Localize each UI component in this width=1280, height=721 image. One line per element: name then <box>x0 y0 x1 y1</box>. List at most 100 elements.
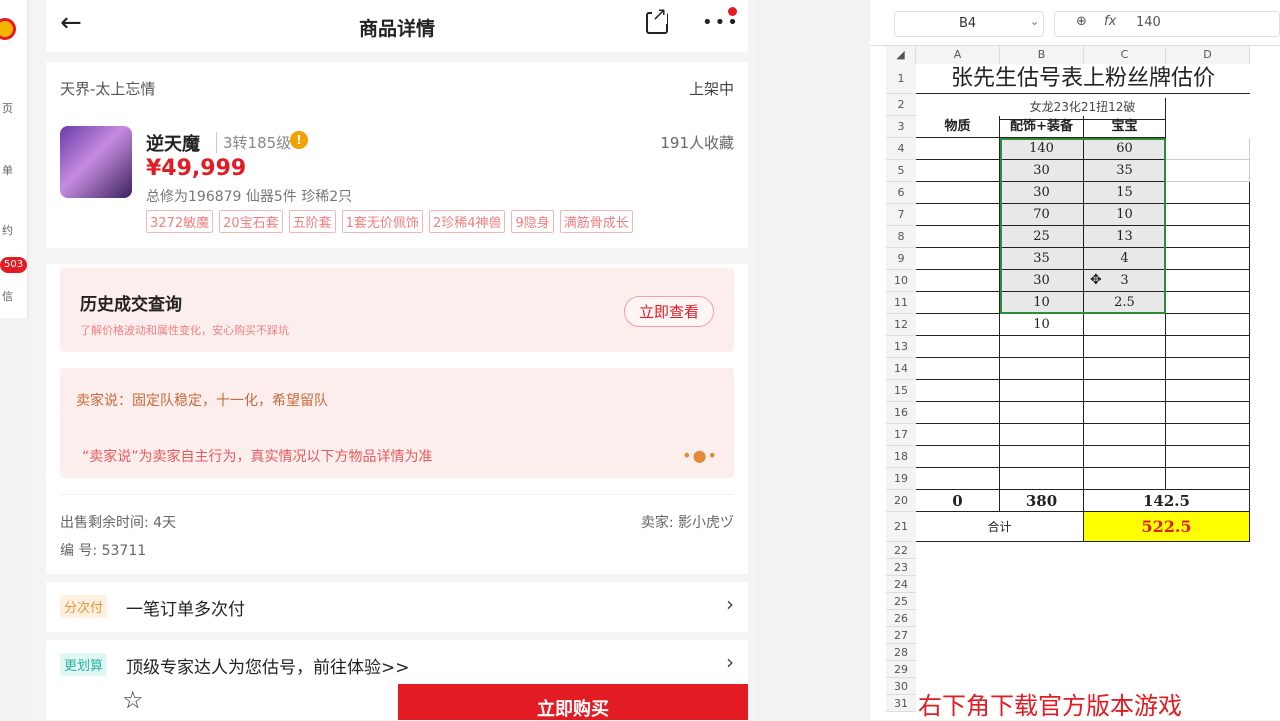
row-header[interactable]: 23 <box>886 559 916 576</box>
sheet-title[interactable]: 张先生估号表上粉丝牌估价 <box>916 64 1250 94</box>
table-cell[interactable] <box>1166 160 1250 182</box>
table-cell[interactable] <box>916 292 1000 314</box>
table-cell[interactable] <box>1166 380 1250 402</box>
row-header[interactable]: 3 <box>886 116 916 138</box>
row-header[interactable]: 24 <box>886 576 916 593</box>
row-header[interactable]: 15 <box>886 380 916 402</box>
row-header[interactable]: 1 <box>886 64 916 94</box>
table-cell[interactable] <box>1166 138 1250 160</box>
total-cell[interactable]: 0 <box>916 490 1000 512</box>
table-cell[interactable] <box>916 380 1000 402</box>
buy-now-button[interactable]: 立即购买 <box>398 684 748 720</box>
row-header[interactable]: 14 <box>886 358 916 380</box>
table-cell[interactable] <box>1166 468 1250 490</box>
favorite-star-icon[interactable]: ☆ <box>122 686 144 714</box>
cell-grid[interactable]: ◢ A B C D 1 2 3 4 5 6 7 8 9 10 11 12 13 14 15 16 17 18 19 20 21 22… <box>870 46 1280 720</box>
table-cell[interactable] <box>916 358 1000 380</box>
table-cell[interactable] <box>1166 248 1250 270</box>
appraisal-row[interactable]: 更划算 顶级专家达人为您估号，前往体验>> › <box>46 640 748 688</box>
total-cell[interactable]: 142.5 <box>1084 490 1250 512</box>
table-cell[interactable] <box>1166 292 1250 314</box>
row-header[interactable]: 21 <box>886 512 916 542</box>
table-cell[interactable] <box>1084 468 1166 490</box>
sidebar-item-orders[interactable]: 单 <box>0 162 28 178</box>
column-label[interactable]: 宝宝 <box>1084 116 1166 138</box>
table-cell[interactable] <box>916 204 1000 226</box>
table-cell[interactable] <box>1000 358 1084 380</box>
table-cell[interactable] <box>916 270 1000 292</box>
formula-bar[interactable] <box>1054 11 1280 37</box>
table-cell[interactable] <box>1166 358 1250 380</box>
table-cell[interactable] <box>916 160 1000 182</box>
row-header[interactable]: 20 <box>886 490 916 512</box>
table-cell[interactable] <box>1084 424 1166 446</box>
row-header[interactable]: 9 <box>886 248 916 270</box>
table-cell[interactable] <box>1000 424 1084 446</box>
table-cell[interactable] <box>1166 336 1250 358</box>
warning-icon[interactable]: ! <box>290 131 308 149</box>
table-cell[interactable] <box>1000 446 1084 468</box>
sidebar-item-messages[interactable]: 信 <box>0 288 28 304</box>
table-cell[interactable] <box>1084 314 1166 336</box>
row-header[interactable]: 29 <box>886 661 916 678</box>
row-header[interactable]: 4 <box>886 138 916 160</box>
table-cell[interactable] <box>916 248 1000 270</box>
table-cell[interactable] <box>1166 314 1250 336</box>
column-header-d[interactable]: D <box>1166 46 1250 64</box>
row-header[interactable]: 7 <box>886 204 916 226</box>
row-header[interactable]: 5 <box>886 160 916 182</box>
row-header[interactable]: 27 <box>886 627 916 644</box>
sum-label[interactable]: 合计 <box>916 512 1084 542</box>
row-header[interactable]: 11 <box>886 292 916 314</box>
row-header[interactable]: 17 <box>886 424 916 446</box>
installment-row[interactable]: 分次付 一笔订单多次付 › <box>46 582 748 632</box>
sum-value[interactable]: 522.5 <box>1084 512 1250 542</box>
seller-name[interactable]: 卖家: 影小虎ヅ <box>641 512 734 532</box>
table-cell[interactable] <box>1000 402 1084 424</box>
character-avatar[interactable] <box>60 126 132 198</box>
table-cell[interactable] <box>916 314 1000 336</box>
app-logo-icon[interactable] <box>0 18 16 40</box>
table-cell[interactable] <box>916 468 1000 490</box>
chevron-down-icon[interactable]: ⌄ <box>1030 15 1039 28</box>
column-header-b[interactable]: B <box>1000 46 1084 64</box>
row-header[interactable]: 25 <box>886 593 916 610</box>
table-cell[interactable] <box>916 182 1000 204</box>
row-header[interactable]: 18 <box>886 446 916 468</box>
row-header[interactable]: 13 <box>886 336 916 358</box>
column-label[interactable]: 配饰+装备 <box>1000 116 1084 138</box>
row-header[interactable]: 26 <box>886 610 916 627</box>
table-cell[interactable] <box>916 402 1000 424</box>
name-box[interactable]: B4 <box>894 11 1044 37</box>
column-label[interactable]: 物质 <box>916 116 1000 138</box>
table-cell[interactable] <box>916 138 1000 160</box>
row-header[interactable]: 28 <box>886 644 916 661</box>
row-header[interactable]: 31 <box>886 695 916 712</box>
table-cell[interactable] <box>916 446 1000 468</box>
table-cell[interactable] <box>1166 270 1250 292</box>
table-cell[interactable] <box>1084 380 1166 402</box>
table-cell[interactable] <box>916 226 1000 248</box>
sidebar-item-appointments[interactable]: 约 <box>0 222 28 238</box>
table-cell[interactable] <box>1166 402 1250 424</box>
table-cell[interactable] <box>916 336 1000 358</box>
table-cell[interactable] <box>1000 380 1084 402</box>
table-cell[interactable] <box>1000 468 1084 490</box>
row-header[interactable]: 19 <box>886 468 916 490</box>
row-header[interactable]: 16 <box>886 402 916 424</box>
table-cell[interactable] <box>1084 446 1166 468</box>
row-header[interactable]: 22 <box>886 542 916 559</box>
table-cell[interactable] <box>1084 402 1166 424</box>
column-header-c[interactable]: C <box>1084 46 1166 64</box>
row-header[interactable]: 30 <box>886 678 916 695</box>
row-header[interactable]: 10 <box>886 270 916 292</box>
row-header[interactable]: 6 <box>886 182 916 204</box>
row-header[interactable]: 8 <box>886 226 916 248</box>
zoom-icon[interactable]: ⊕ <box>1076 14 1087 29</box>
table-cell[interactable] <box>1084 358 1166 380</box>
table-cell[interactable]: 10 <box>1000 314 1084 336</box>
table-cell[interactable] <box>1166 446 1250 468</box>
total-cell[interactable]: 380 <box>1000 490 1084 512</box>
table-cell[interactable] <box>1000 336 1084 358</box>
table-cell[interactable] <box>916 424 1000 446</box>
